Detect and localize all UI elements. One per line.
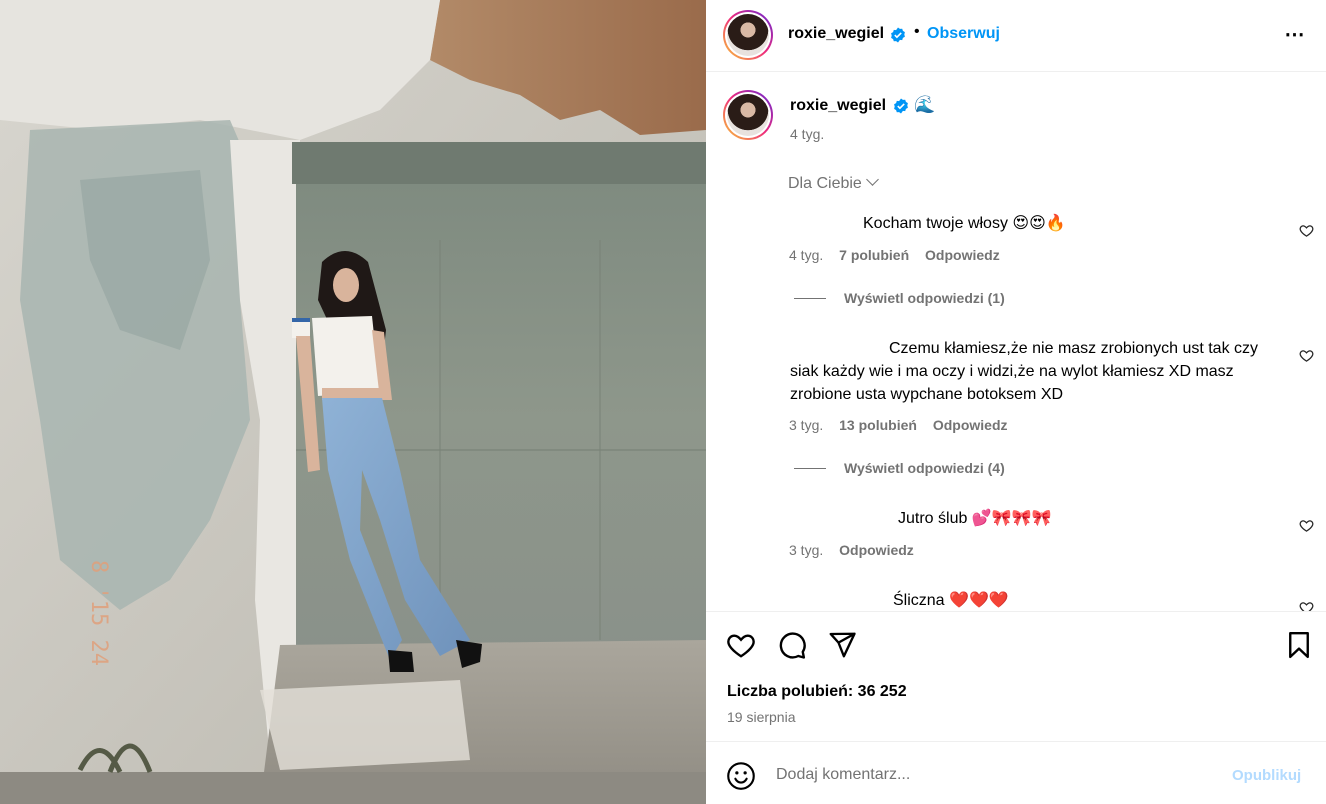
avatar[interactable]: [723, 10, 773, 60]
comment-meta: 4 tyg. 7 polubień Odpowiedz: [789, 247, 1000, 263]
sort-label: Dla Ciebie: [788, 175, 862, 192]
post-date[interactable]: 19 sierpnia: [727, 709, 796, 725]
share-icon[interactable]: [827, 630, 857, 660]
more-options-icon[interactable]: ⋯: [1282, 24, 1308, 46]
like-comment-heart-icon[interactable]: [1299, 600, 1314, 611]
reply-button[interactable]: Odpowiedz: [933, 417, 1008, 433]
heart-icon[interactable]: [726, 630, 756, 660]
comment-likes[interactable]: 13 polubień: [839, 417, 917, 433]
chevron-down-icon: [865, 173, 879, 186]
comment-time[interactable]: 3 tyg.: [789, 542, 823, 558]
svg-text:8 '15 24: 8 '15 24: [86, 560, 111, 666]
comment-time[interactable]: 3 tyg.: [789, 417, 823, 433]
post-actions: Liczba polubień: 36 252 19 sierpnia: [706, 611, 1326, 741]
comment-meta: 3 tyg. Odpowiedz: [789, 542, 914, 558]
post-header: roxie_wegiel • Obserwuj ⋯: [706, 0, 1326, 72]
publish-button[interactable]: Opublikuj: [1232, 767, 1301, 784]
view-replies-label: Wyświetl odpowiedzi (4): [844, 460, 1005, 476]
comment-icon[interactable]: [777, 630, 807, 660]
comment-input[interactable]: [776, 762, 1216, 788]
comment-text: Śliczna ❤️❤️❤️: [893, 592, 1009, 609]
comment-item: Śliczna ❤️❤️❤️: [706, 580, 1326, 611]
post-details-panel: roxie_wegiel • Obserwuj ⋯ roxie_wegiel 🌊…: [706, 0, 1326, 804]
follow-button[interactable]: Obserwuj: [927, 25, 1000, 43]
comment-meta: 3 tyg. 13 polubień Odpowiedz: [789, 417, 1008, 433]
comment-text: Czemu kłamiesz,że nie masz zrobionych us…: [790, 340, 1259, 403]
likes-count[interactable]: Liczba polubień: 36 252: [727, 683, 907, 701]
bookmark-icon[interactable]: [1284, 630, 1314, 660]
emoji-icon[interactable]: [726, 761, 756, 791]
comment-text: Kocham twoje włosy 😍😍🔥: [863, 215, 1066, 232]
reply-button[interactable]: Odpowiedz: [925, 247, 1000, 263]
view-replies-button[interactable]: Wyświetl odpowiedzi (4): [794, 460, 1005, 476]
photo-illustration: 8 '15 24: [0, 0, 706, 804]
like-comment-heart-icon[interactable]: [1299, 518, 1314, 533]
separator-dot: •: [914, 23, 920, 40]
comment-time[interactable]: 4 tyg.: [789, 247, 823, 263]
view-replies-button[interactable]: Wyświetl odpowiedzi (1): [794, 290, 1005, 306]
comment-text: Jutro ślub 💕🎀🎀🎀: [898, 510, 1052, 527]
verified-badge-icon: [893, 98, 909, 114]
caption-text: 🌊: [914, 95, 936, 115]
view-replies-label: Wyświetl odpowiedzi (1): [844, 290, 1005, 306]
comment-sort-dropdown[interactable]: Dla Ciebie: [788, 173, 879, 193]
comment-likes[interactable]: 7 polubień: [839, 247, 909, 263]
post-photo[interactable]: 8 '15 24: [0, 0, 706, 804]
caption-avatar[interactable]: [723, 90, 773, 140]
like-comment-heart-icon[interactable]: [1299, 223, 1314, 238]
caption-timestamp[interactable]: 4 tyg.: [790, 126, 824, 142]
author-username[interactable]: roxie_wegiel: [788, 25, 884, 43]
reply-button[interactable]: Odpowiedz: [839, 542, 914, 558]
comment-composer: Opublikuj: [706, 741, 1326, 804]
verified-badge-icon: [890, 27, 906, 43]
caption-username[interactable]: roxie_wegiel: [790, 97, 886, 115]
like-comment-heart-icon[interactable]: [1299, 348, 1314, 363]
